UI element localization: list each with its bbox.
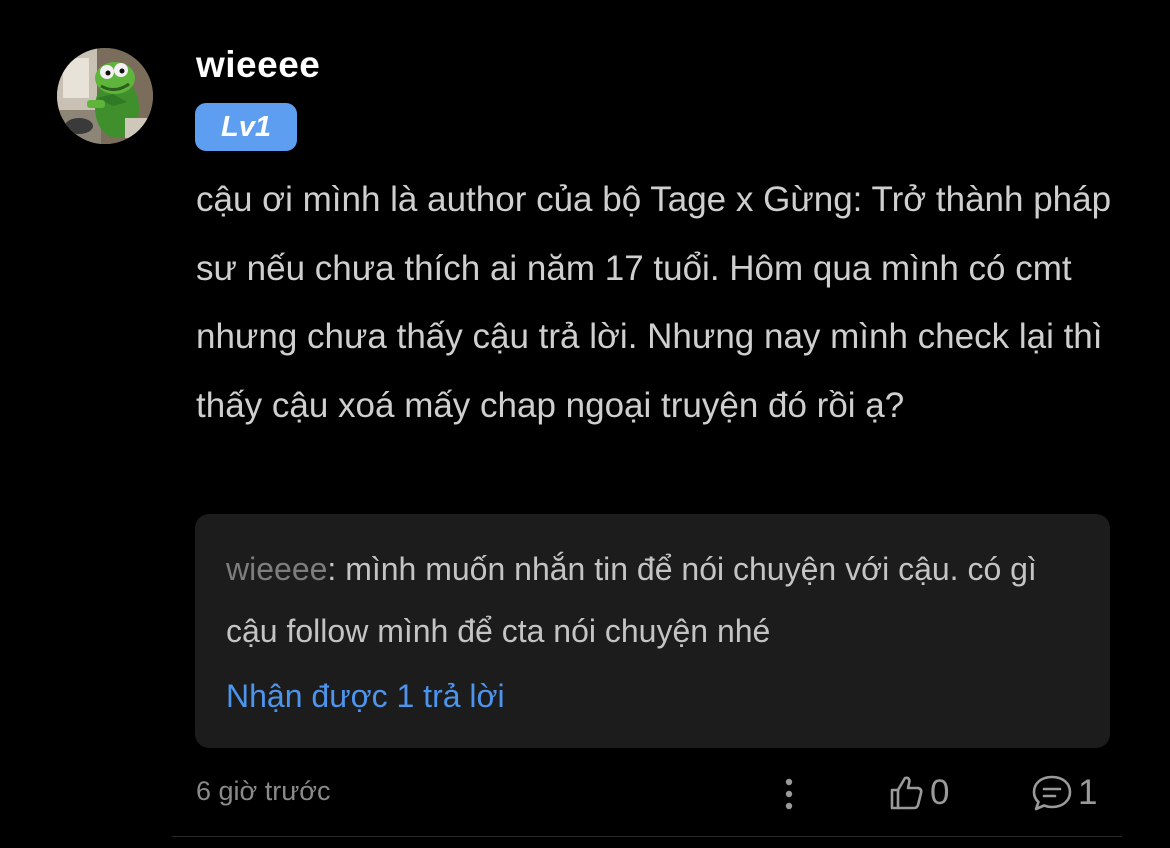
reply-author[interactable]: wieeee [226, 551, 327, 587]
like-count: 0 [930, 773, 950, 812]
reply-button[interactable]: 1 [1030, 768, 1097, 818]
more-vertical-icon [785, 778, 793, 810]
kermit-avatar-image [57, 48, 153, 144]
comment-timestamp: 6 giờ trước [196, 776, 331, 806]
reply-count: 1 [1078, 773, 1098, 812]
like-button[interactable]: 0 [886, 768, 949, 818]
view-replies-link[interactable]: Nhận được 1 trả lời [226, 678, 505, 715]
user-avatar[interactable] [57, 48, 153, 144]
level-badge: Lv1 [195, 103, 297, 151]
reply-preview-text: wieeee: mình muốn nhắn tin để nói chuyện… [226, 538, 1086, 662]
reply-content: : mình muốn nhắn tin để nói chuyện với c… [226, 551, 1037, 649]
more-options-button[interactable] [773, 772, 805, 816]
thumbs-up-icon [890, 776, 923, 810]
comment-bubble-icon [1032, 775, 1072, 811]
comment-username[interactable]: wieeee [196, 44, 320, 86]
comment-body: cậu ơi mình là author của bộ Tage x Gừng… [196, 180, 1112, 425]
comment-divider [172, 836, 1122, 837]
reply-preview-box[interactable]: wieeee: mình muốn nhắn tin để nói chuyện… [195, 514, 1110, 748]
